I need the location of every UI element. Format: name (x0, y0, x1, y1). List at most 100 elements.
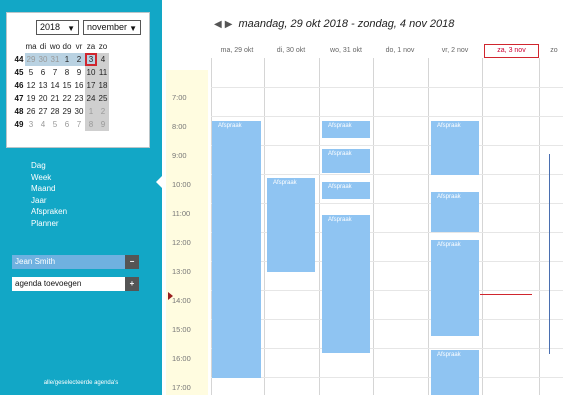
appointment[interactable]: Afspraak (322, 120, 370, 138)
day-cell[interactable]: 1 (85, 105, 97, 118)
week-number[interactable]: 46 (13, 79, 25, 92)
day-cell[interactable]: 11 (97, 66, 109, 79)
week-row[interactable]: 48 26 27 28 29 30 1 2 (13, 105, 147, 118)
time-label: 16:00 (172, 354, 191, 363)
day-cell[interactable]: 30 (73, 105, 85, 118)
day-cell[interactable]: 29 (25, 53, 37, 66)
day-cell[interactable]: 19 (25, 92, 37, 105)
week-number-header (13, 40, 25, 53)
appointment[interactable]: Afspraak (431, 191, 479, 232)
day-cell[interactable]: 12 (25, 79, 37, 92)
hour-line (211, 261, 563, 262)
remove-agenda-button[interactable]: − (125, 255, 139, 269)
day-cell[interactable]: 5 (25, 66, 37, 79)
day-cell[interactable]: 3 (25, 118, 37, 131)
month-select[interactable]: november ▼ (83, 20, 141, 35)
day-cell[interactable]: 18 (97, 79, 109, 92)
agenda-user-row[interactable]: Jean Smith − (12, 255, 139, 269)
column-header[interactable]: do, 1 nov (375, 44, 425, 58)
day-cell[interactable]: 10 (85, 66, 97, 79)
week-row[interactable]: 46 12 13 14 15 16 17 18 (13, 79, 147, 92)
week-row[interactable]: 49 3 4 5 6 7 8 9 (13, 118, 147, 131)
day-cell[interactable]: 16 (73, 79, 85, 92)
add-agenda-row[interactable]: agenda toevoegen + (12, 277, 139, 291)
day-cell[interactable]: 13 (37, 79, 49, 92)
column-header-today[interactable]: za, 3 nov (484, 44, 539, 58)
day-cell[interactable]: 9 (73, 66, 85, 79)
day-cell[interactable]: 28 (49, 105, 61, 118)
grid-line (319, 58, 320, 395)
appointment[interactable]: Afspraak (322, 181, 370, 199)
appointment[interactable]: Afspraak (322, 148, 370, 173)
view-planner[interactable]: Planner (31, 218, 67, 230)
appointment[interactable]: Afspraak (212, 120, 261, 378)
day-cell[interactable]: 4 (97, 53, 109, 66)
grid-line (482, 58, 483, 395)
day-cell[interactable]: 15 (61, 79, 73, 92)
day-cell[interactable]: 17 (85, 79, 97, 92)
week-number[interactable]: 47 (13, 92, 25, 105)
week-number[interactable]: 48 (13, 105, 25, 118)
appointment[interactable]: Afspraak (431, 349, 479, 395)
appointment[interactable]: Afspraak (431, 120, 479, 175)
day-cell[interactable]: 2 (97, 105, 109, 118)
day-cell[interactable]: 26 (25, 105, 37, 118)
view-week[interactable]: Week (31, 172, 67, 184)
column-header[interactable]: vr, 2 nov (430, 44, 480, 58)
week-number[interactable]: 45 (13, 66, 25, 79)
day-cell-today[interactable]: 3 (85, 53, 97, 66)
time-column (166, 70, 208, 395)
day-cell[interactable]: 30 (37, 53, 49, 66)
hour-line (211, 348, 563, 349)
column-header[interactable]: wo, 31 okt (321, 44, 371, 58)
appointment[interactable]: Afspraak (322, 214, 370, 353)
week-number[interactable]: 44 (13, 53, 25, 66)
month-select-value: november (87, 22, 128, 32)
mini-calendar: 2018 ▼ november ▼ ma di wo do vr za zo 4… (6, 12, 150, 148)
view-year[interactable]: Jaar (31, 195, 67, 207)
prev-week-icon[interactable]: ◀ (214, 19, 222, 30)
day-cell[interactable]: 31 (49, 53, 61, 66)
day-cell[interactable]: 2 (73, 53, 85, 66)
day-cell[interactable]: 9 (97, 118, 109, 131)
day-cell[interactable]: 5 (49, 118, 61, 131)
view-day[interactable]: Dag (31, 160, 67, 172)
day-cell[interactable]: 25 (97, 92, 109, 105)
day-cell[interactable]: 6 (37, 66, 49, 79)
day-cell[interactable]: 7 (73, 118, 85, 131)
next-week-icon[interactable]: ▶ (225, 19, 233, 30)
year-select[interactable]: 2018 ▼ (36, 20, 79, 35)
day-cell[interactable]: 1 (61, 53, 73, 66)
scroll-indicator[interactable] (549, 154, 550, 354)
column-header[interactable]: di, 30 okt (266, 44, 316, 58)
column-header[interactable]: ma, 29 okt (212, 44, 262, 58)
day-cell[interactable]: 23 (73, 92, 85, 105)
column-header[interactable]: zo (544, 44, 563, 58)
all-agendas-link[interactable]: alle/geselecteerde agenda's (0, 380, 162, 386)
day-cell[interactable]: 29 (61, 105, 73, 118)
view-menu: Dag Week Maand Jaar Afspraken Planner (31, 160, 67, 229)
day-cell[interactable]: 6 (61, 118, 73, 131)
chevron-down-icon: ▼ (129, 24, 137, 33)
day-cell[interactable]: 8 (61, 66, 73, 79)
day-cell[interactable]: 24 (85, 92, 97, 105)
week-row[interactable]: 44 29 30 31 1 2 3 4 (13, 53, 147, 66)
appointment[interactable]: Afspraak (431, 239, 479, 336)
day-cell[interactable]: 7 (49, 66, 61, 79)
view-appointments[interactable]: Afspraken (31, 206, 67, 218)
day-cell[interactable]: 20 (37, 92, 49, 105)
day-cell[interactable]: 21 (49, 92, 61, 105)
weekday-header: ma (25, 42, 37, 51)
day-cell[interactable]: 4 (37, 118, 49, 131)
current-time-line (480, 294, 532, 295)
week-number[interactable]: 49 (13, 118, 25, 131)
week-row[interactable]: 45 5 6 7 8 9 10 11 (13, 66, 147, 79)
day-cell[interactable]: 8 (85, 118, 97, 131)
view-month[interactable]: Maand (31, 183, 67, 195)
add-agenda-button[interactable]: + (125, 277, 139, 291)
appointment[interactable]: Afspraak (267, 177, 315, 272)
week-row[interactable]: 47 19 20 21 22 23 24 25 (13, 92, 147, 105)
day-cell[interactable]: 27 (37, 105, 49, 118)
day-cell[interactable]: 14 (49, 79, 61, 92)
day-cell[interactable]: 22 (61, 92, 73, 105)
